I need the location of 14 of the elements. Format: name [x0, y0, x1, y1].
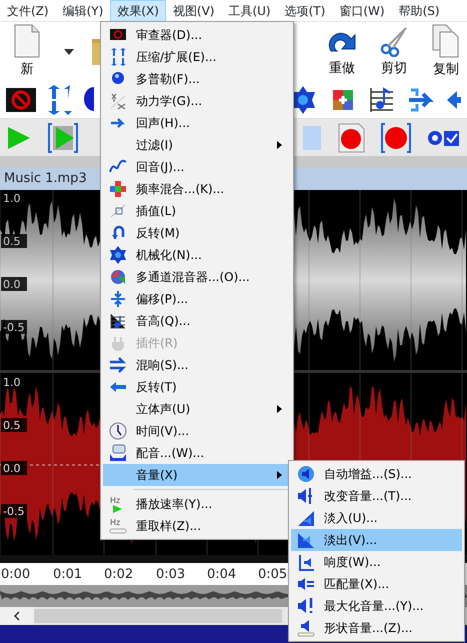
amplitude-label: 0.5: [3, 419, 20, 432]
time-label: 0:00: [1, 567, 30, 583]
amplitude-label: 1.0: [3, 192, 20, 205]
time-label: 0:02: [104, 567, 134, 583]
amplitude-label: 0.0: [3, 278, 20, 291]
amplitude-label: 1.0: [3, 376, 20, 389]
time-label: 0:01: [53, 567, 82, 583]
amplitude-label: 0.0: [3, 462, 20, 475]
amplitude-label: -0.5: [3, 505, 24, 518]
time-label: 0:03: [156, 567, 186, 583]
time-label: 0:05: [258, 567, 288, 583]
time-label: 0:04: [207, 567, 236, 583]
amplitude-label: -0.5: [3, 321, 24, 334]
amplitude-label: 0.5: [3, 235, 20, 248]
